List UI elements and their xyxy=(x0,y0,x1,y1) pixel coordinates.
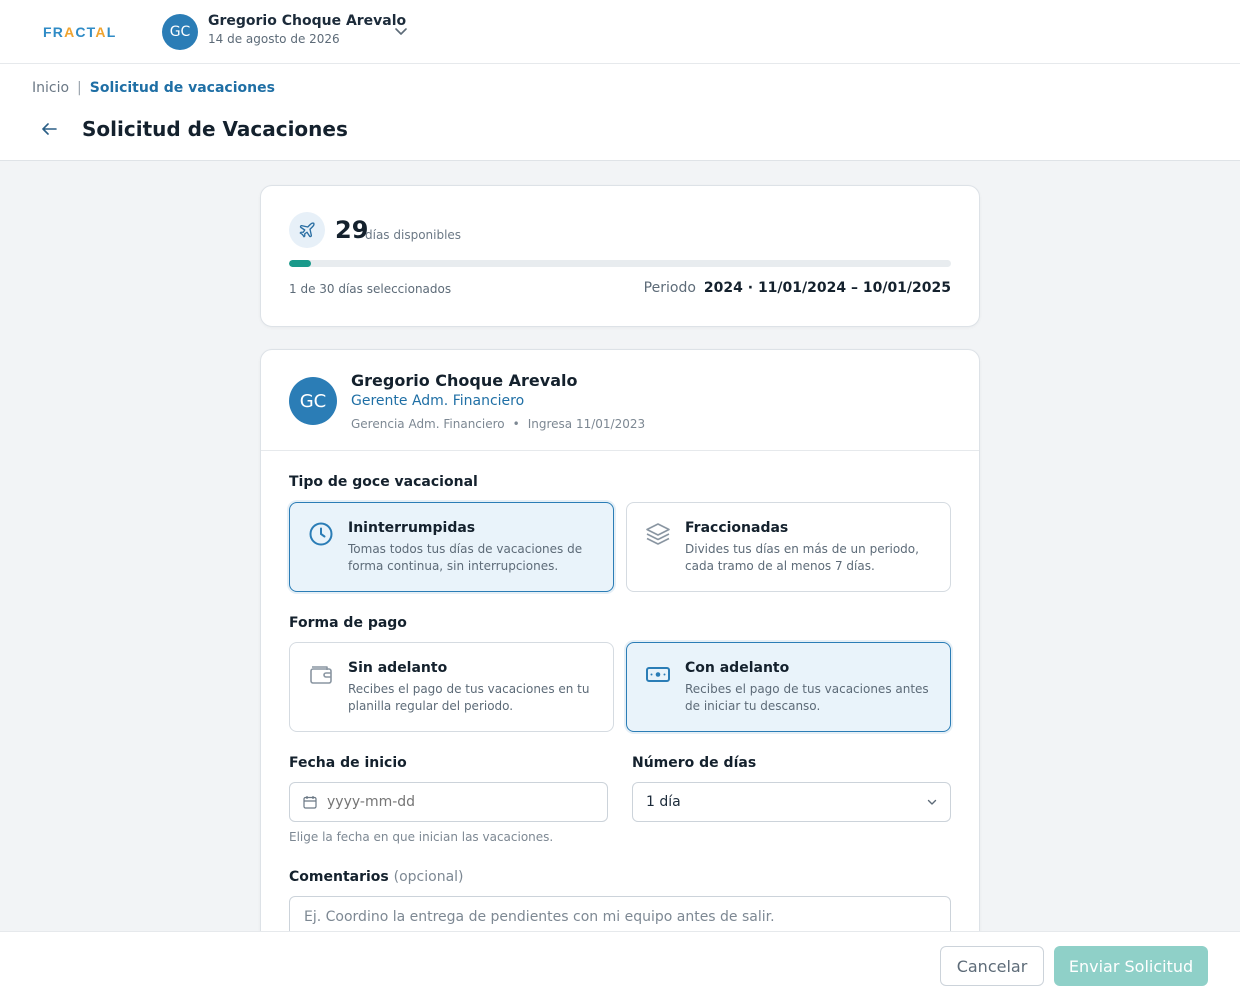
plane-icon xyxy=(289,212,325,248)
option-description: Recibes el pago de tus vacaciones antes … xyxy=(685,682,929,713)
logo-text-4: A xyxy=(95,24,107,40)
back-button[interactable] xyxy=(38,119,60,139)
cash-icon xyxy=(646,667,670,682)
selected-days-text: 1 de 30 días seleccionados xyxy=(289,282,452,296)
employee-meta: Gerencia Adm. Financiero • Ingresa 11/01/2… xyxy=(351,417,645,431)
arrow-left-icon xyxy=(42,123,57,135)
option-fraccionadas[interactable]: Fraccionadas Divides tus días en más de … xyxy=(626,502,951,592)
employee-role: Gerente Adm. Financiero xyxy=(351,393,525,409)
fractal-logo[interactable]: FRACTAL xyxy=(43,24,116,40)
current-date: 14 de agosto de 2026 xyxy=(208,32,340,46)
period-value: 2024 · 11/01/2024 – 10/01/2025 xyxy=(703,280,951,296)
clock-icon xyxy=(309,522,333,546)
chevron-down-icon[interactable] xyxy=(394,26,408,38)
option-description: Recibes el pago de tus vacaciones en tu … xyxy=(348,682,590,713)
vacation-type-title: Tipo de goce vacacional xyxy=(289,474,478,490)
option-sin-adelanto[interactable]: Sin adelanto Recibes el pago de tus vaca… xyxy=(289,642,614,732)
num-days-label: Número de días xyxy=(632,755,757,771)
num-days-value: 1 día xyxy=(646,794,681,810)
employee-department: Gerencia Adm. Financiero xyxy=(351,417,505,431)
availability-card: 29 días disponibles 1 de 30 días selecci… xyxy=(260,185,980,327)
comments-label: Comentarios (opcional) xyxy=(289,869,464,885)
employee-hire-date: Ingresa 11/01/2023 xyxy=(527,417,646,431)
wallet-icon xyxy=(310,666,332,684)
breadcrumb-current: Solicitud de vacaciones xyxy=(89,80,275,96)
start-date-field[interactable] xyxy=(289,782,608,822)
payment-title: Forma de pago xyxy=(289,615,407,631)
option-title: Con adelanto xyxy=(685,660,790,676)
breadcrumb-home[interactable]: Inicio xyxy=(32,80,69,96)
divider xyxy=(261,450,979,451)
chevron-down-icon xyxy=(927,799,937,805)
layers-icon xyxy=(646,523,670,545)
comments-optional: (opcional) xyxy=(393,869,464,885)
breadcrumb-separator: | xyxy=(77,80,82,96)
option-description: Divides tus días en más de un periodo, c… xyxy=(685,542,919,573)
top-bar: FRACTAL GC Gregorio Choque Arevalo 14 de… xyxy=(0,0,1240,64)
option-title: Sin adelanto xyxy=(348,660,448,676)
days-progress-fill xyxy=(289,260,312,267)
start-date-label: Fecha de inicio xyxy=(289,755,407,771)
cancel-button[interactable]: Cancelar xyxy=(940,946,1044,986)
calendar-icon xyxy=(303,796,317,809)
start-date-hint: Elige la fecha en que inician las vacaci… xyxy=(289,830,554,844)
option-title: Fraccionadas xyxy=(685,520,789,536)
logo-text-1: FR xyxy=(43,24,65,40)
available-days-label: días disponibles xyxy=(365,228,462,242)
user-name[interactable]: Gregorio Choque Arevalo xyxy=(208,13,406,29)
user-avatar[interactable]: GC xyxy=(162,14,198,50)
available-days-count: 29 xyxy=(335,216,369,244)
request-form-card: GC Gregorio Choque Arevalo Gerente Adm. … xyxy=(260,349,980,989)
page-title: Solicitud de Vacaciones xyxy=(82,117,348,141)
submit-button[interactable]: Enviar Solicitud xyxy=(1054,946,1208,986)
days-progress-bar xyxy=(289,260,951,267)
employee-name: Gregorio Choque Arevalo xyxy=(351,371,578,390)
option-description: Tomas todos tus días de vacaciones de fo… xyxy=(348,542,583,573)
option-con-adelanto[interactable]: Con adelanto Recibes el pago de tus vaca… xyxy=(626,642,951,732)
num-days-select[interactable]: 1 día xyxy=(632,782,951,822)
breadcrumb: Inicio | Solicitud de vacaciones xyxy=(32,80,275,96)
logo-text-5: L xyxy=(106,24,117,40)
logo-text-3: CT xyxy=(75,24,96,40)
employee-avatar: GC xyxy=(289,377,337,425)
comments-label-text: Comentarios xyxy=(289,869,389,885)
period-info: Periodo 2024 · 11/01/2024 – 10/01/2025 xyxy=(644,280,951,296)
meta-separator: • xyxy=(512,417,520,431)
logo-text-2: A xyxy=(64,24,76,40)
option-title: Ininterrumpidas xyxy=(348,520,476,536)
option-ininterrumpidas[interactable]: Ininterrumpidas Tomas todos tus días de … xyxy=(289,502,614,592)
period-label: Periodo xyxy=(643,280,696,296)
start-date-input[interactable] xyxy=(327,794,567,810)
page-header xyxy=(0,64,1240,161)
